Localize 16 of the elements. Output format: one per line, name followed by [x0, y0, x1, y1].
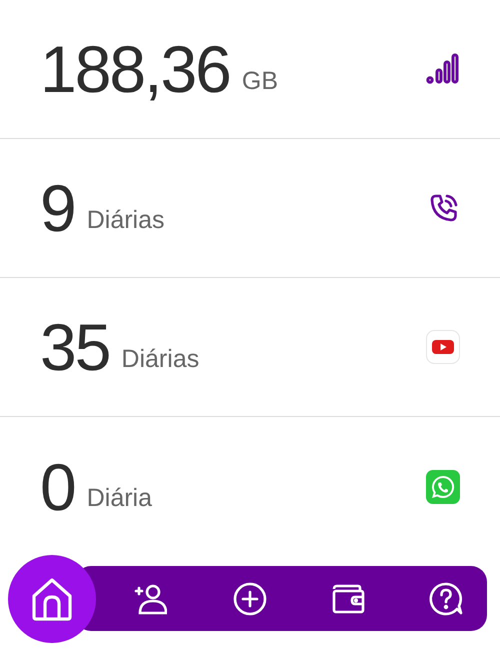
video-play-icon	[426, 330, 460, 364]
chat-phone-icon	[426, 470, 460, 504]
signal-icon	[426, 53, 460, 85]
allowance-amount: 9	[40, 175, 75, 241]
allowance-unit: Diária	[86, 483, 152, 514]
help-chat-icon	[429, 582, 463, 616]
allowance-unit: GB	[242, 66, 278, 96]
add-person-icon	[133, 583, 167, 615]
allowance-unit: Diárias	[86, 204, 165, 236]
allowance-amount: 35	[40, 314, 110, 380]
allowance-unit: Diárias	[121, 344, 200, 374]
allowance-amount: 0	[40, 454, 75, 520]
wallet-icon	[331, 584, 365, 614]
allowance-amount: 188,36	[40, 36, 230, 102]
phone-icon	[428, 192, 460, 224]
plus-circle-icon	[233, 582, 267, 616]
